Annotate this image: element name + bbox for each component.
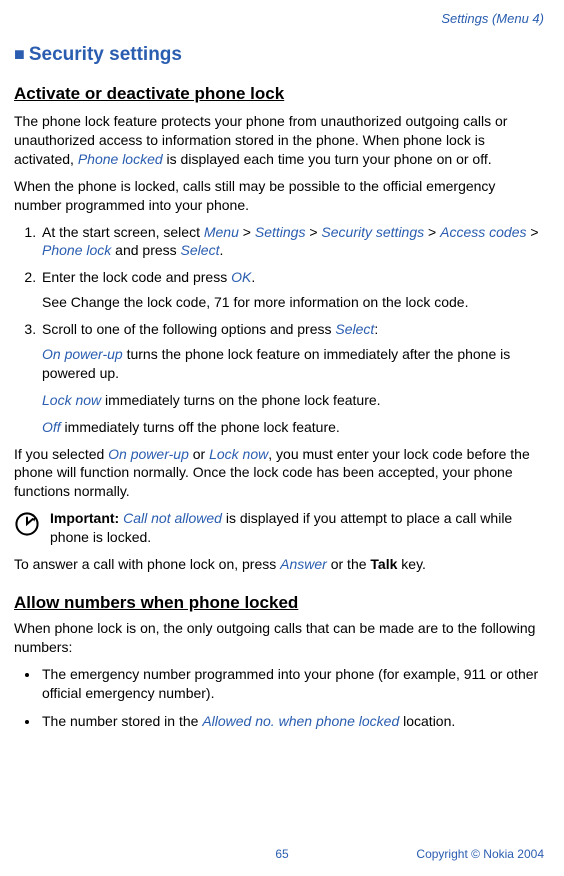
para-allow-intro: When phone lock is on, the only outgoing…	[14, 619, 544, 657]
subheading-activate: Activate or deactivate phone lock	[14, 83, 544, 106]
term-call-not-allowed: Call not allowed	[123, 510, 222, 526]
sep: >	[424, 224, 440, 240]
section-title: Security settings	[29, 44, 182, 65]
text: The number stored in the	[42, 713, 202, 729]
text: Enter the lock code and press	[42, 269, 231, 285]
action-answer: Answer	[280, 556, 327, 572]
list-item: The number stored in the Allowed no. whe…	[40, 712, 544, 731]
term-lock-now: Lock now	[42, 392, 101, 408]
text: is displayed each time you turn your pho…	[163, 151, 492, 167]
copyright: Copyright © Nokia 2004	[416, 846, 544, 862]
para-selected: If you selected On power-up or Lock now,…	[14, 445, 544, 502]
option-on-power-up: On power-up turns the phone lock feature…	[42, 345, 544, 383]
term-off: Off	[42, 419, 61, 435]
option-lock-now: Lock now immediately turns on the phone …	[42, 391, 544, 410]
term-lock-now: Lock now	[209, 446, 268, 462]
header-breadcrumb: Settings (Menu 4)	[14, 10, 544, 28]
text: location.	[399, 713, 455, 729]
steps-list: At the start screen, select Menu > Setti…	[14, 223, 544, 437]
action-select: Select	[181, 242, 220, 258]
text: immediately turns on the phone lock feat…	[101, 392, 380, 408]
term-allowed-no: Allowed no. when phone locked	[202, 713, 399, 729]
list-item: The emergency number programmed into you…	[40, 665, 544, 703]
text: and press	[111, 242, 180, 258]
text: .	[251, 269, 255, 285]
allow-list: The emergency number programmed into you…	[14, 665, 544, 732]
important-label: Important:	[50, 510, 119, 526]
important-icon	[14, 511, 40, 537]
subheading-allow: Allow numbers when phone locked	[14, 592, 544, 615]
step-2: Enter the lock code and press OK. See Ch…	[40, 268, 544, 312]
step-2-sub: See Change the lock code, 71 for more in…	[42, 293, 544, 312]
action-ok: OK	[231, 269, 251, 285]
text: or	[189, 446, 209, 462]
para-answer: To answer a call with phone lock on, pre…	[14, 555, 544, 574]
text: To answer a call with phone lock on, pre…	[14, 556, 280, 572]
para-intro: The phone lock feature protects your pho…	[14, 112, 544, 169]
action-select: Select	[335, 321, 374, 337]
text: immediately turns off the phone lock fea…	[61, 419, 340, 435]
menu-path-menu: Menu	[204, 224, 239, 240]
sep: >	[526, 224, 538, 240]
text: At the start screen, select	[42, 224, 204, 240]
important-note: Important: Call not allowed is displayed…	[14, 509, 544, 547]
menu-path-security: Security settings	[321, 224, 424, 240]
term-phone-locked: Phone locked	[78, 151, 163, 167]
important-text: Important: Call not allowed is displayed…	[50, 509, 544, 547]
section-bullet-icon: ■	[14, 44, 25, 64]
option-off: Off immediately turns off the phone lock…	[42, 418, 544, 437]
text: key.	[397, 556, 426, 572]
key-talk: Talk	[370, 556, 397, 572]
para-emergency: When the phone is locked, calls still ma…	[14, 177, 544, 215]
step-1: At the start screen, select Menu > Setti…	[40, 223, 544, 261]
term-on-power-up: On power-up	[42, 346, 123, 362]
term-on-power-up: On power-up	[108, 446, 189, 462]
menu-path-access: Access codes	[440, 224, 526, 240]
text: or the	[327, 556, 371, 572]
page-footer: 65 Copyright © Nokia 2004	[0, 846, 564, 862]
sep: >	[239, 224, 255, 240]
text: If you selected	[14, 446, 108, 462]
text: .	[219, 242, 223, 258]
page-number: 65	[275, 846, 288, 862]
sep: >	[305, 224, 321, 240]
text: :	[374, 321, 378, 337]
section-title-row: ■Security settings	[14, 42, 544, 68]
menu-path-settings: Settings	[255, 224, 306, 240]
text: Scroll to one of the following options a…	[42, 321, 335, 337]
menu-path-phonelock: Phone lock	[42, 242, 111, 258]
step-3: Scroll to one of the following options a…	[40, 320, 544, 436]
